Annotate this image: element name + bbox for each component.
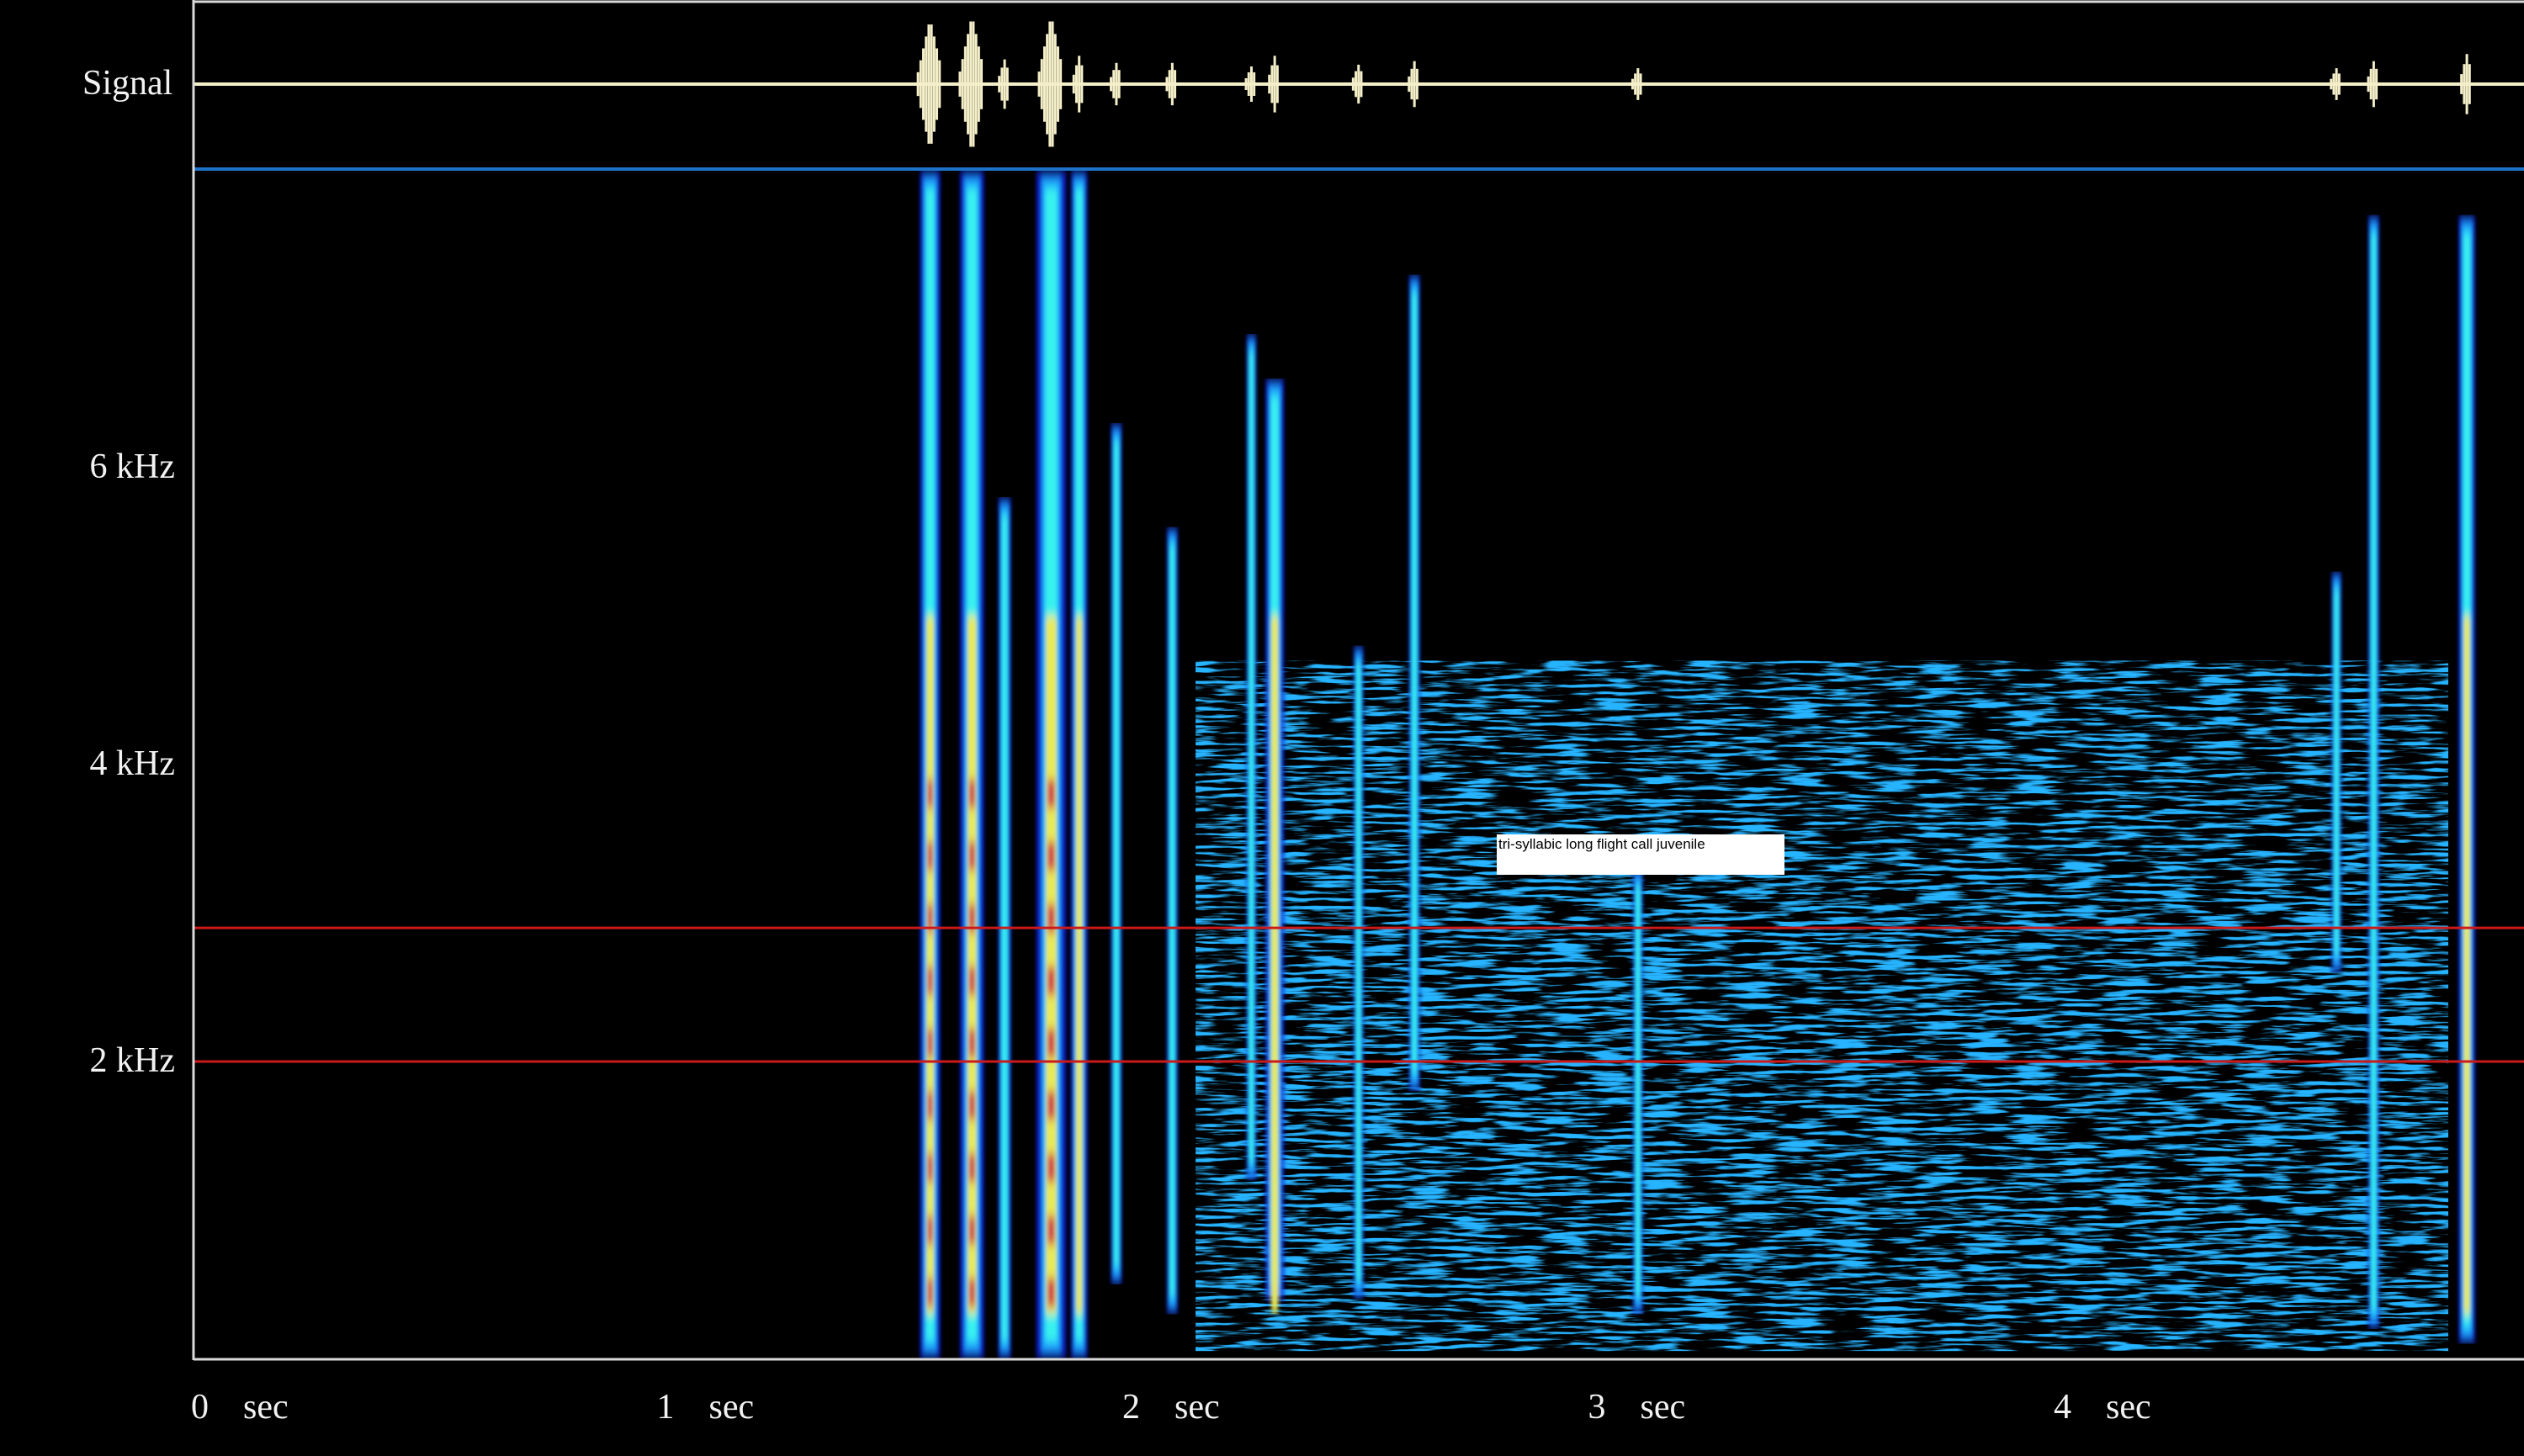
streak-hot	[2463, 616, 2470, 1315]
streak-hot	[1046, 616, 1057, 1315]
streak-peak	[968, 1091, 975, 1120]
annotation-label: tri-syllabic long flight call juvenile	[1497, 834, 1784, 875]
call-streak	[1166, 527, 1178, 1315]
call-streak	[920, 171, 941, 1358]
streak-hot	[1076, 616, 1083, 1315]
call-streak	[1632, 868, 1643, 1315]
call-streak	[1265, 379, 1285, 1315]
call-streak	[2331, 571, 2342, 973]
signal-label: Signal	[82, 64, 173, 103]
streak-core	[1412, 291, 1417, 1075]
call-streak	[1246, 334, 1257, 1181]
streak-peak	[927, 779, 933, 808]
call-streak	[1408, 274, 1420, 1092]
streak-hot	[926, 616, 934, 1315]
streak-peak	[1047, 841, 1055, 871]
noise-band	[1196, 660, 2448, 1352]
x-tick-label: 4	[2054, 1388, 2071, 1427]
streak-peak	[968, 841, 975, 871]
streak-peak	[968, 1278, 975, 1307]
streak-peak	[927, 966, 933, 996]
streak-peak	[968, 779, 975, 808]
call-streak	[2458, 214, 2476, 1344]
streak-core	[1636, 885, 1641, 1298]
x-tick-unit: sec	[243, 1388, 289, 1427]
streak-peak	[927, 1091, 933, 1120]
streak-core	[1114, 440, 1119, 1268]
x-tick-label: 2	[1122, 1388, 1140, 1427]
streak-core	[1249, 351, 1254, 1164]
y-tick-label: 4 kHz	[89, 744, 175, 783]
call-streak	[1070, 171, 1088, 1358]
streak-peak	[968, 1153, 975, 1183]
call-streak	[1353, 645, 1364, 1300]
streak-peak	[927, 841, 933, 871]
streak-core	[2334, 588, 2339, 956]
streak-hot	[968, 616, 977, 1315]
streak-hot	[1271, 616, 1278, 1315]
y-tick-label: 2 kHz	[89, 1041, 175, 1080]
streak-peak	[1047, 1091, 1055, 1120]
streak-peak	[927, 1153, 933, 1183]
x-tick-label: 0	[191, 1388, 209, 1427]
streak-core	[2371, 231, 2377, 1312]
x-tick-label: 1	[656, 1388, 675, 1427]
streak-peak	[968, 1215, 975, 1245]
call-streak	[959, 171, 984, 1358]
streak-peak	[1047, 779, 1055, 808]
streak-peak	[1047, 1029, 1055, 1058]
streak-core	[1356, 662, 1361, 1283]
noise-texture-core	[1265, 868, 2448, 1315]
x-tick-unit: sec	[1640, 1388, 1686, 1427]
x-tick-unit: sec	[708, 1388, 755, 1427]
y-tick-label: 6 kHz	[89, 447, 175, 486]
streak-peak	[1047, 1153, 1055, 1183]
call-streak	[1036, 171, 1067, 1358]
streak-peak	[1047, 966, 1055, 996]
streak-peak	[927, 1278, 933, 1307]
call-streak	[1111, 423, 1122, 1284]
streak-peak	[927, 1029, 933, 1058]
x-tick-label: 3	[1588, 1388, 1606, 1427]
streak-core	[1169, 543, 1175, 1298]
streak-peak	[1047, 1278, 1055, 1307]
call-streak	[2368, 214, 2380, 1329]
x-tick-unit: sec	[2106, 1388, 2151, 1427]
streak-peak	[927, 1215, 933, 1245]
x-tick-unit: sec	[1175, 1388, 1220, 1427]
streak-peak	[968, 1029, 975, 1058]
streak-peak	[1047, 1215, 1055, 1245]
spectrogram-chart	[0, 0, 2524, 1456]
streak-peak	[968, 966, 975, 996]
